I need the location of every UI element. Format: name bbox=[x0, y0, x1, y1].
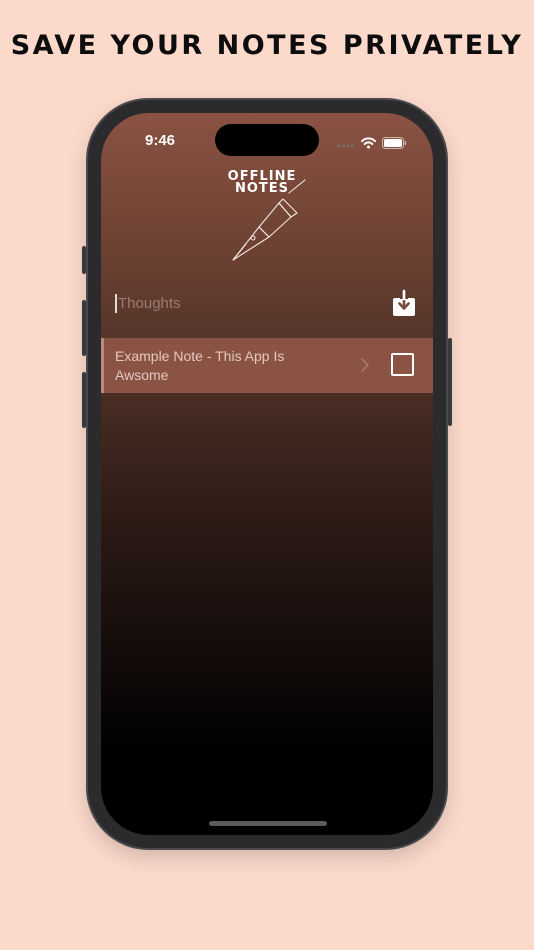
wifi-icon bbox=[361, 134, 376, 153]
phone-screen: 9:46 OFFLINE NOTES Thoughts Example Note… bbox=[101, 113, 433, 835]
volume-down-button bbox=[82, 372, 86, 428]
home-indicator bbox=[209, 821, 327, 826]
action-button bbox=[82, 246, 86, 274]
note-checkbox[interactable] bbox=[391, 353, 414, 376]
note-input-row bbox=[113, 285, 421, 321]
app-logo: OFFLINE NOTES bbox=[213, 169, 333, 269]
signal-dots-icon bbox=[337, 134, 355, 153]
chevron-right-icon bbox=[359, 356, 371, 374]
save-download-icon[interactable] bbox=[391, 289, 417, 317]
dynamic-island bbox=[215, 124, 319, 156]
volume-up-button bbox=[82, 300, 86, 356]
note-input[interactable] bbox=[115, 289, 368, 317]
battery-icon bbox=[382, 134, 407, 153]
headline: SAVE YOUR NOTES PRIVATELY bbox=[10, 30, 524, 61]
note-row-edge bbox=[101, 338, 104, 393]
note-title: Example Note - This App Is Awsome bbox=[115, 348, 285, 383]
list-item[interactable]: Example Note - This App Is Awsome bbox=[101, 338, 433, 393]
status-icons bbox=[337, 134, 407, 153]
phone-frame: 9:46 OFFLINE NOTES Thoughts Example Note… bbox=[82, 100, 452, 848]
status-time: 9:46 bbox=[145, 132, 176, 149]
power-button bbox=[448, 338, 452, 426]
